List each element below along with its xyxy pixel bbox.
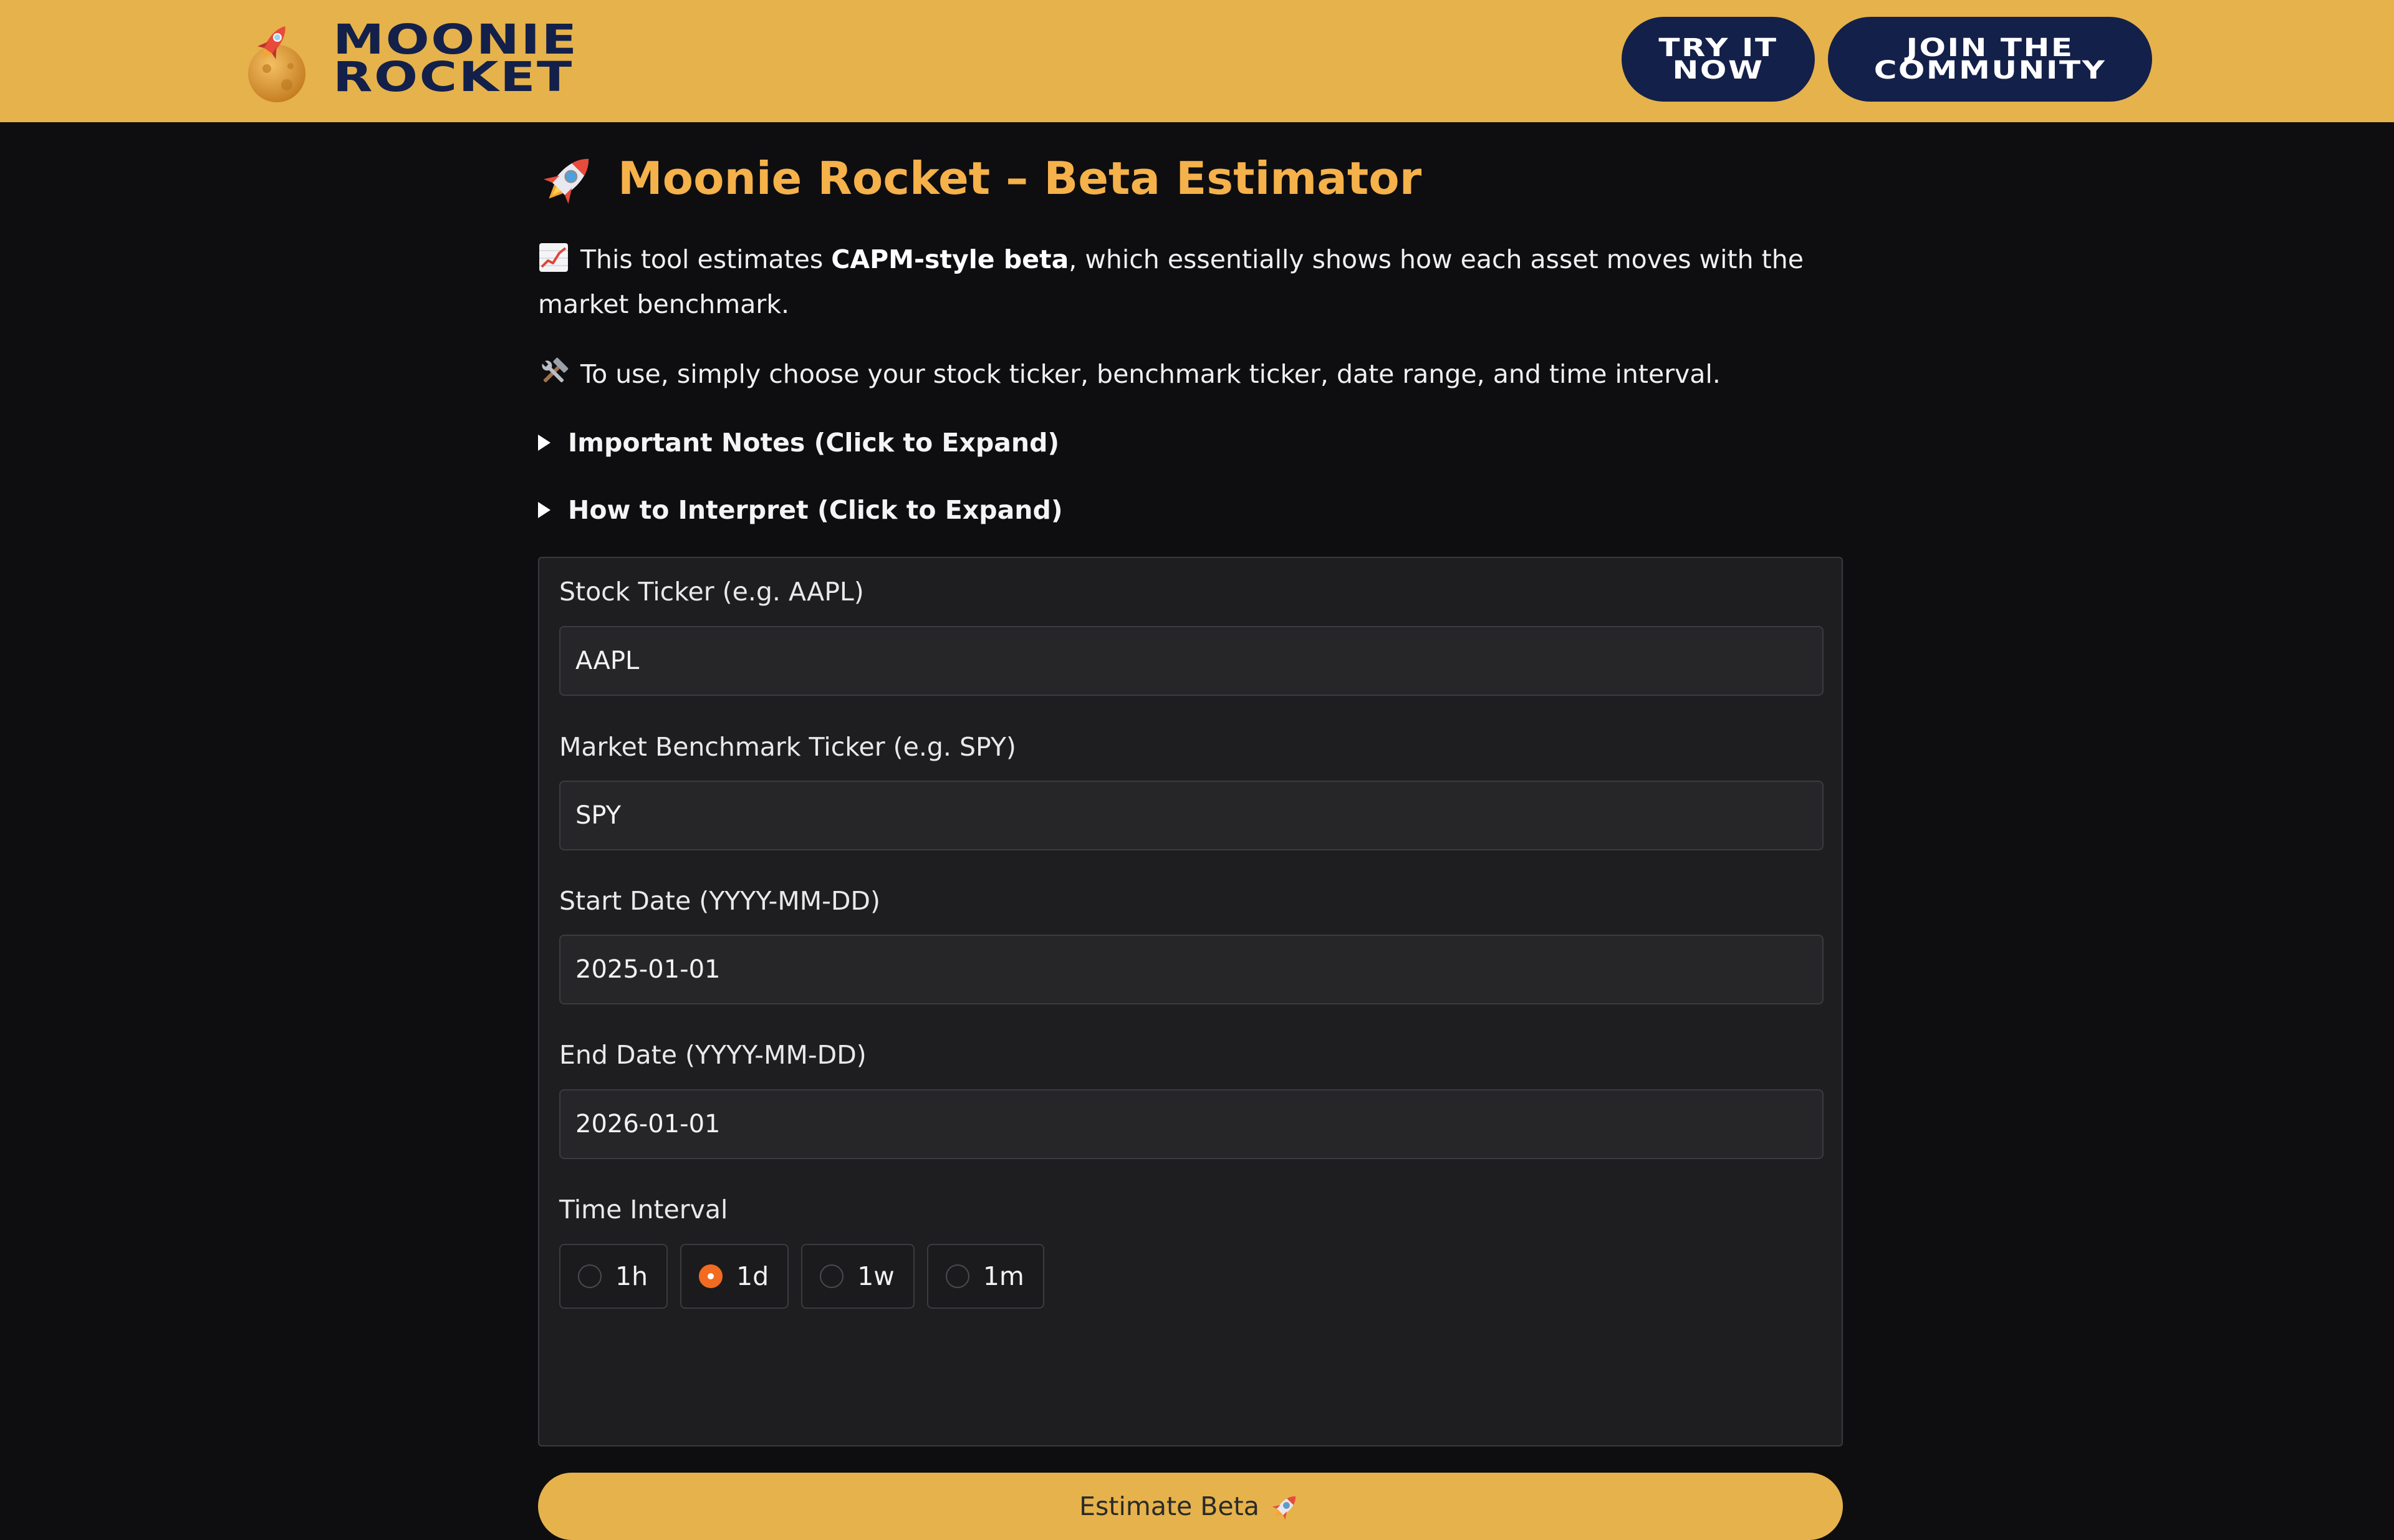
important-notes-expander[interactable]: Important Notes (Click to Expand) — [538, 423, 1059, 463]
benchmark-ticker-label: Market Benchmark Ticker (e.g. SPY) — [559, 732, 1016, 762]
rocket-icon — [543, 158, 589, 205]
page-title: Moonie Rocket – Beta Estimator — [538, 147, 1421, 209]
radio-button[interactable] — [820, 1264, 844, 1288]
rocket-icon — [1272, 1496, 1296, 1520]
join-community-label: JOIN THE COMMUNITY — [1873, 34, 2107, 85]
intro-prefix: This tool estimates — [580, 244, 832, 274]
estimate-beta-button[interactable]: Estimate Beta — [538, 1473, 1843, 1540]
brand-line-2: ROCKET — [333, 53, 574, 101]
expand-triangle-icon — [538, 502, 550, 518]
moon-rocket-logo-icon — [248, 26, 305, 102]
beta-form: Stock Ticker (e.g. AAPL) Market Benchmar… — [538, 557, 1843, 1446]
start-date-label: Start Date (YYYY-MM-DD) — [559, 886, 881, 916]
interval-option-1d[interactable]: 1d — [680, 1244, 789, 1309]
how-to-interpret-expander[interactable]: How to Interpret (Click to Expand) — [538, 490, 1063, 530]
chart-increasing-icon — [539, 243, 568, 272]
end-date-input[interactable] — [559, 1089, 1824, 1159]
expand-triangle-icon — [538, 435, 550, 451]
usage-text: To use, simply choose your stock ticker,… — [580, 359, 1721, 389]
intro-paragraph: This tool estimates CAPM-style beta, whi… — [538, 237, 1810, 327]
interval-option-label: 1d — [736, 1261, 769, 1291]
interval-option-label: 1m — [983, 1261, 1024, 1291]
top-header-bar: MOONIE ROCKET TRY IT NOW JOIN THE COMMUN… — [0, 0, 2394, 122]
join-community-button[interactable]: JOIN THE COMMUNITY — [1828, 17, 2152, 102]
brand-wordmark: MOONIE ROCKET — [333, 19, 578, 101]
interval-option-1h[interactable]: 1h — [559, 1244, 668, 1309]
stock-ticker-label: Stock Ticker (e.g. AAPL) — [559, 577, 864, 607]
interval-option-label: 1h — [615, 1261, 648, 1291]
page-title-text: Moonie Rocket – Beta Estimator — [618, 152, 1422, 205]
try-it-now-button[interactable]: TRY IT NOW — [1622, 17, 1815, 102]
interval-option-1m[interactable]: 1m — [926, 1244, 1044, 1309]
hammer-wrench-icon — [542, 357, 569, 383]
radio-button-selected[interactable] — [699, 1264, 723, 1288]
time-interval-radio-group: 1h 1d 1w 1m — [559, 1244, 1044, 1309]
time-interval-label: Time Interval — [559, 1195, 728, 1225]
radio-button[interactable] — [945, 1264, 969, 1288]
start-date-input[interactable] — [559, 935, 1824, 1004]
try-it-now-label: TRY IT NOW — [1658, 34, 1778, 85]
how-to-interpret-label: How to Interpret (Click to Expand) — [568, 495, 1063, 525]
end-date-label: End Date (YYYY-MM-DD) — [559, 1040, 867, 1070]
estimate-beta-label: Estimate Beta — [1079, 1491, 1259, 1521]
intro-bold: CAPM-style beta — [831, 244, 1069, 274]
interval-option-1w[interactable]: 1w — [801, 1244, 915, 1309]
benchmark-ticker-input[interactable] — [559, 781, 1824, 850]
radio-button[interactable] — [578, 1264, 602, 1288]
interval-option-label: 1w — [857, 1261, 895, 1291]
important-notes-label: Important Notes (Click to Expand) — [568, 428, 1060, 458]
usage-paragraph: To use, simply choose your stock ticker,… — [538, 352, 1841, 397]
stock-ticker-input[interactable] — [559, 626, 1824, 696]
brand-logo[interactable]: MOONIE ROCKET — [232, 12, 631, 106]
